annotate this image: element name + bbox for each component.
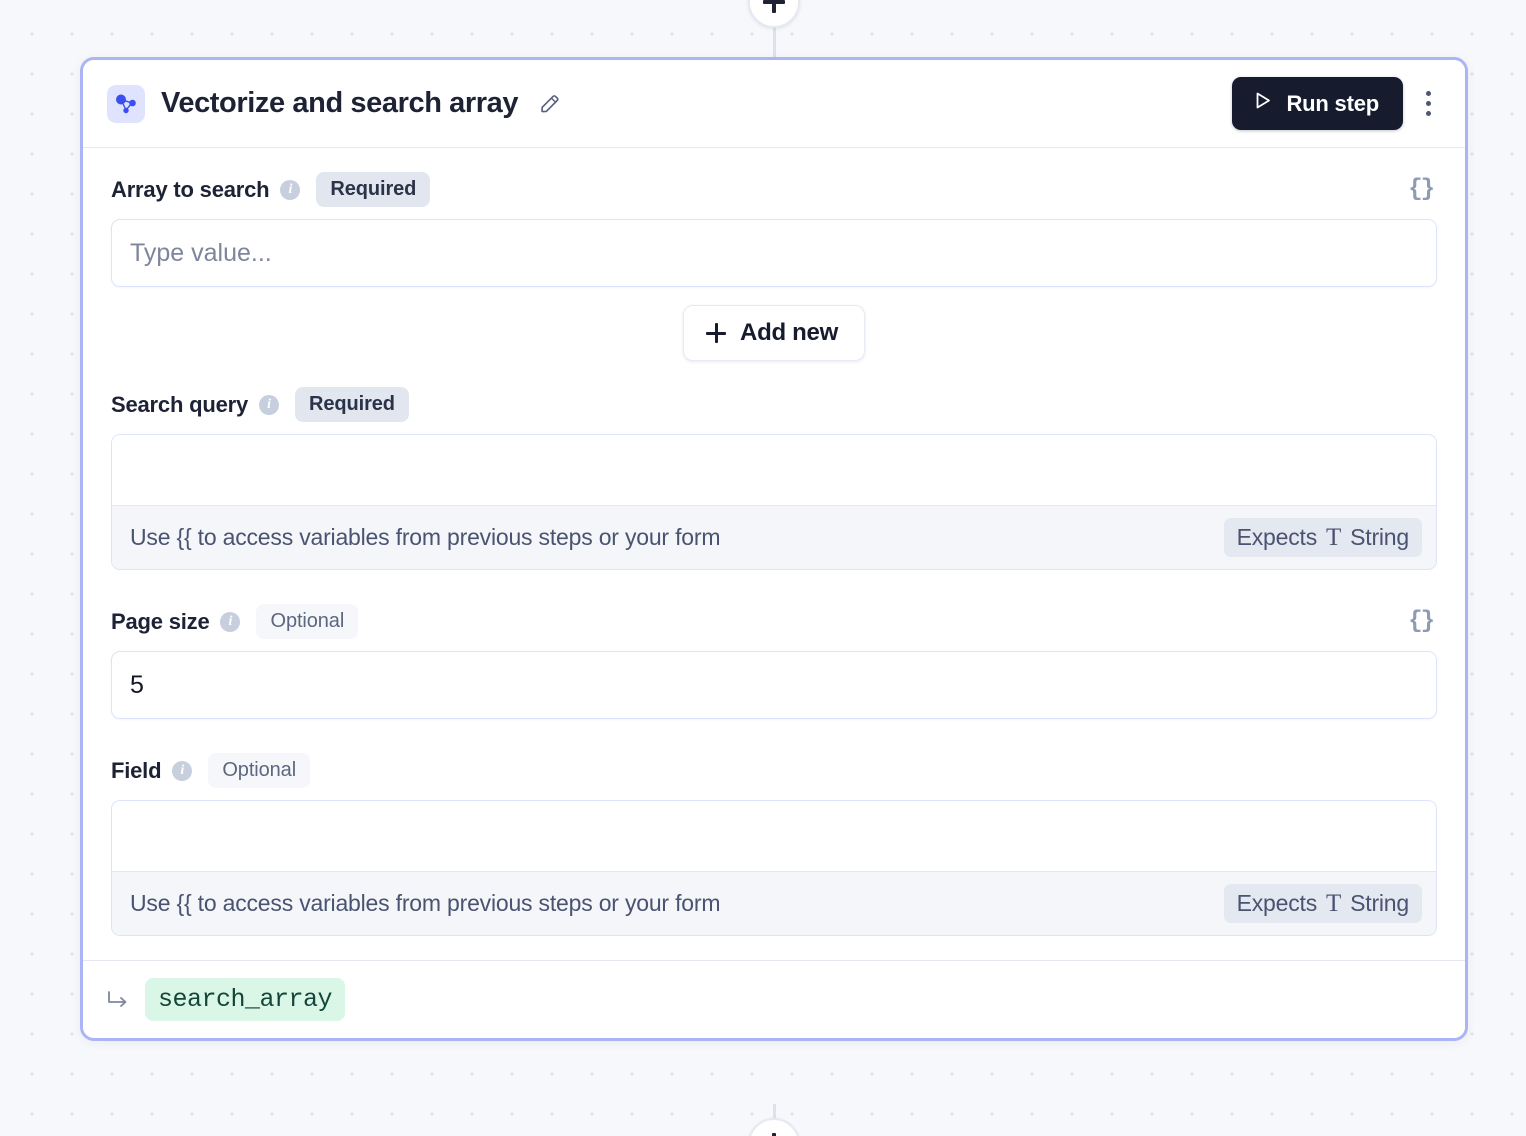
field-label-row: Field i Optional — [111, 753, 1437, 788]
plus-icon — [706, 323, 727, 343]
step-card: Vectorize and search array Run step Arra… — [80, 57, 1468, 1041]
status-badge: Optional — [208, 753, 311, 788]
expects-type: String — [1350, 890, 1409, 916]
kebab-dot — [1425, 111, 1431, 116]
card-header: Vectorize and search array Run step — [83, 60, 1465, 148]
vector-graph-icon — [107, 84, 145, 123]
card-body: Array to search i Required {} Type value… — [83, 148, 1465, 960]
page-size-input[interactable]: 5 — [111, 651, 1437, 719]
field-field: Field i Optional Use {{ to access variab… — [111, 753, 1437, 936]
status-badge: Required — [295, 387, 409, 422]
array-to-search-input[interactable]: Type value... — [111, 219, 1437, 287]
field-input[interactable] — [112, 801, 1436, 871]
add-node-button-bottom[interactable] — [748, 1118, 800, 1136]
card-footer: search_array — [83, 960, 1465, 1038]
field-expression-field: Use {{ to access variables from previous… — [111, 800, 1437, 936]
expects-type: String — [1350, 524, 1409, 550]
field-label-row: Page size i Optional {} — [111, 604, 1437, 639]
pencil-icon[interactable] — [536, 90, 564, 118]
field-label: Array to search — [111, 176, 270, 202]
field-label: Field — [111, 757, 162, 783]
kebab-dot — [1425, 91, 1431, 96]
field-page-size: Page size i Optional {} 5 — [111, 604, 1437, 719]
field-array-to-search: Array to search i Required {} Type value… — [111, 172, 1437, 287]
braces-icon[interactable]: {} — [1408, 176, 1437, 203]
hint-text: Use {{ to access variables from previous… — [130, 890, 721, 916]
run-step-label: Run step — [1286, 90, 1379, 116]
kebab-dot — [1425, 101, 1431, 106]
run-step-button[interactable]: Run step — [1232, 77, 1403, 130]
expects-badge: Expects T String — [1223, 884, 1422, 923]
info-icon[interactable]: i — [220, 611, 241, 632]
search-query-input[interactable] — [112, 435, 1436, 505]
field-label-row: Search query i Required — [111, 387, 1437, 422]
expects-prefix: Expects — [1236, 890, 1318, 916]
add-new-row: Add new — [111, 305, 1437, 361]
info-icon[interactable]: i — [259, 394, 280, 415]
kebab-menu-icon[interactable] — [1413, 82, 1443, 126]
braces-icon[interactable]: {} — [1408, 608, 1437, 635]
hint-text: Use {{ to access variables from previous… — [130, 524, 721, 550]
status-badge: Optional — [256, 604, 359, 639]
text-type-icon: T — [1326, 524, 1342, 551]
field-label: Page size — [111, 608, 210, 634]
expression-hint-bar: Use {{ to access variables from previous… — [112, 505, 1436, 569]
expression-hint-bar: Use {{ to access variables from previous… — [112, 871, 1436, 935]
search-query-field: Use {{ to access variables from previous… — [111, 434, 1437, 570]
add-node-button-top[interactable] — [748, 0, 800, 28]
page-title: Vectorize and search array — [161, 87, 519, 119]
return-arrow-icon — [105, 989, 131, 1011]
field-label: Search query — [111, 391, 249, 417]
info-icon[interactable]: i — [280, 179, 301, 200]
add-new-button[interactable]: Add new — [683, 305, 865, 361]
expects-badge: Expects T String — [1223, 518, 1422, 557]
field-label-row: Array to search i Required {} — [111, 172, 1437, 207]
plus-icon — [763, 0, 785, 13]
info-icon[interactable]: i — [172, 760, 193, 781]
status-badge: Required — [316, 172, 431, 207]
input-value: 5 — [130, 670, 144, 699]
text-type-icon: T — [1326, 890, 1342, 917]
field-search-query: Search query i Required Use {{ to access… — [111, 387, 1437, 570]
input-placeholder: Type value... — [130, 238, 272, 267]
output-variable-pill[interactable]: search_array — [145, 978, 346, 1021]
play-icon — [1252, 90, 1273, 117]
add-new-label: Add new — [740, 319, 838, 346]
expects-prefix: Expects — [1236, 524, 1318, 550]
